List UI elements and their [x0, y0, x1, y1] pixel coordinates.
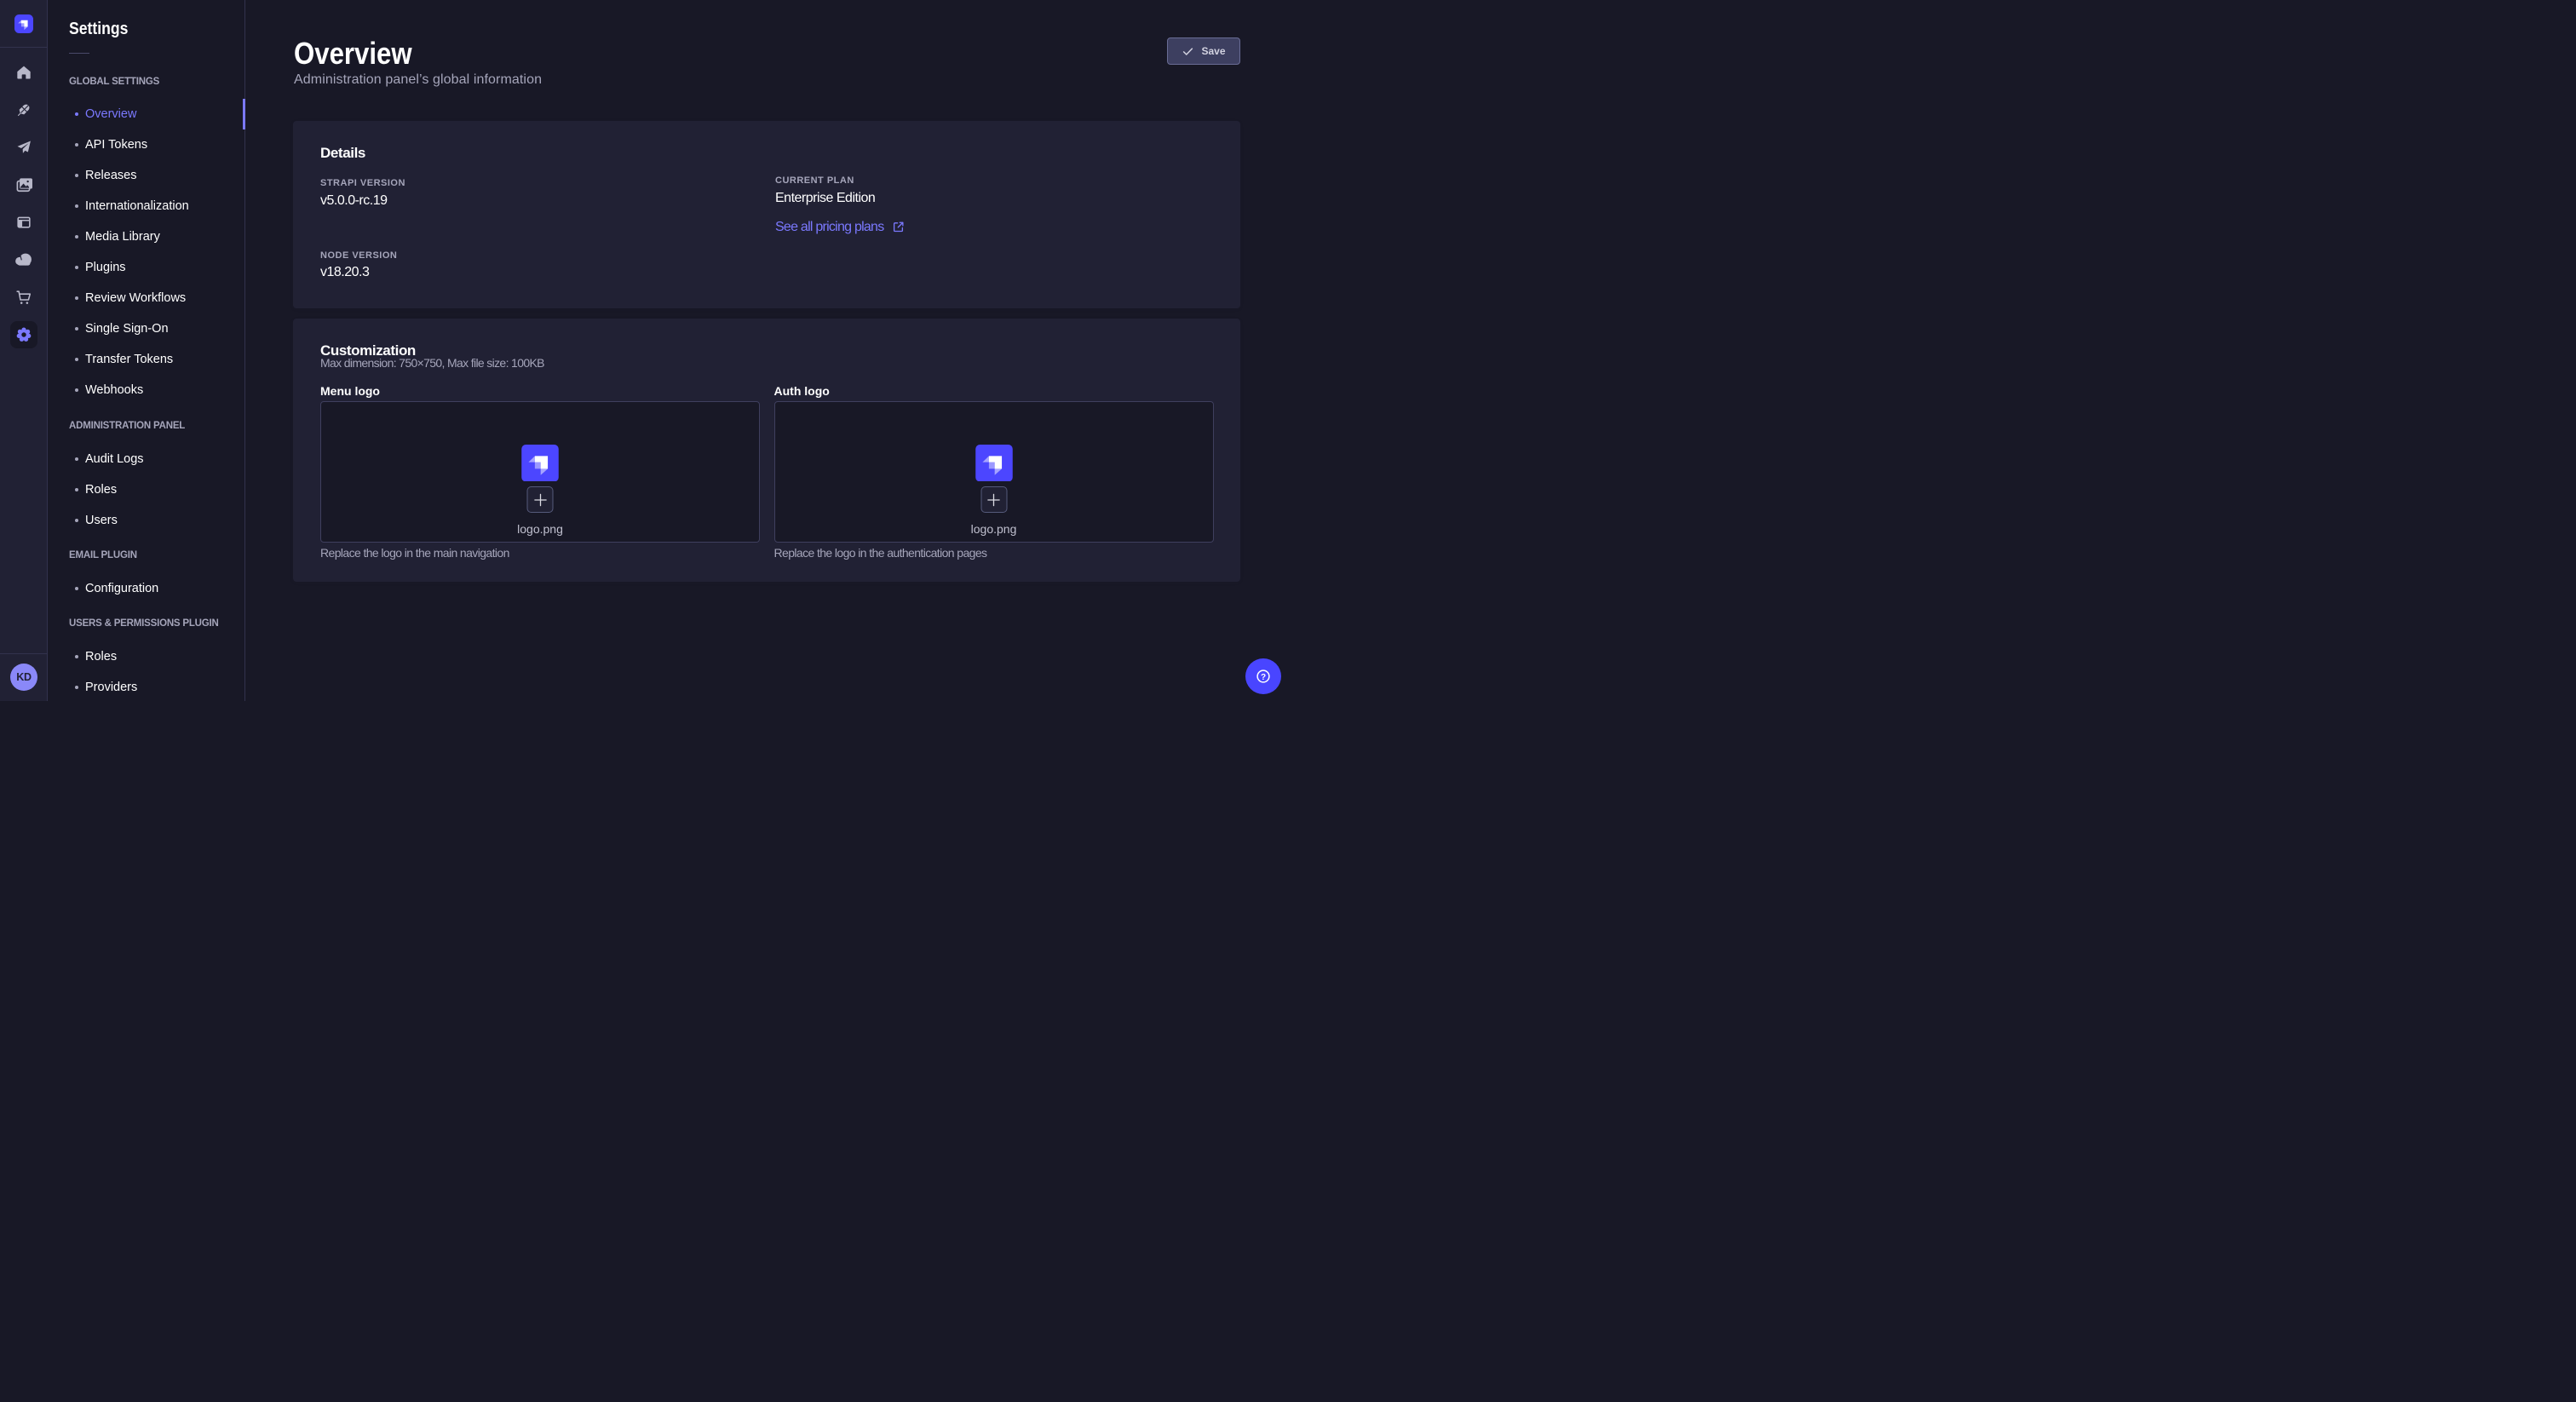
svg-text:?: ?	[1261, 673, 1266, 682]
